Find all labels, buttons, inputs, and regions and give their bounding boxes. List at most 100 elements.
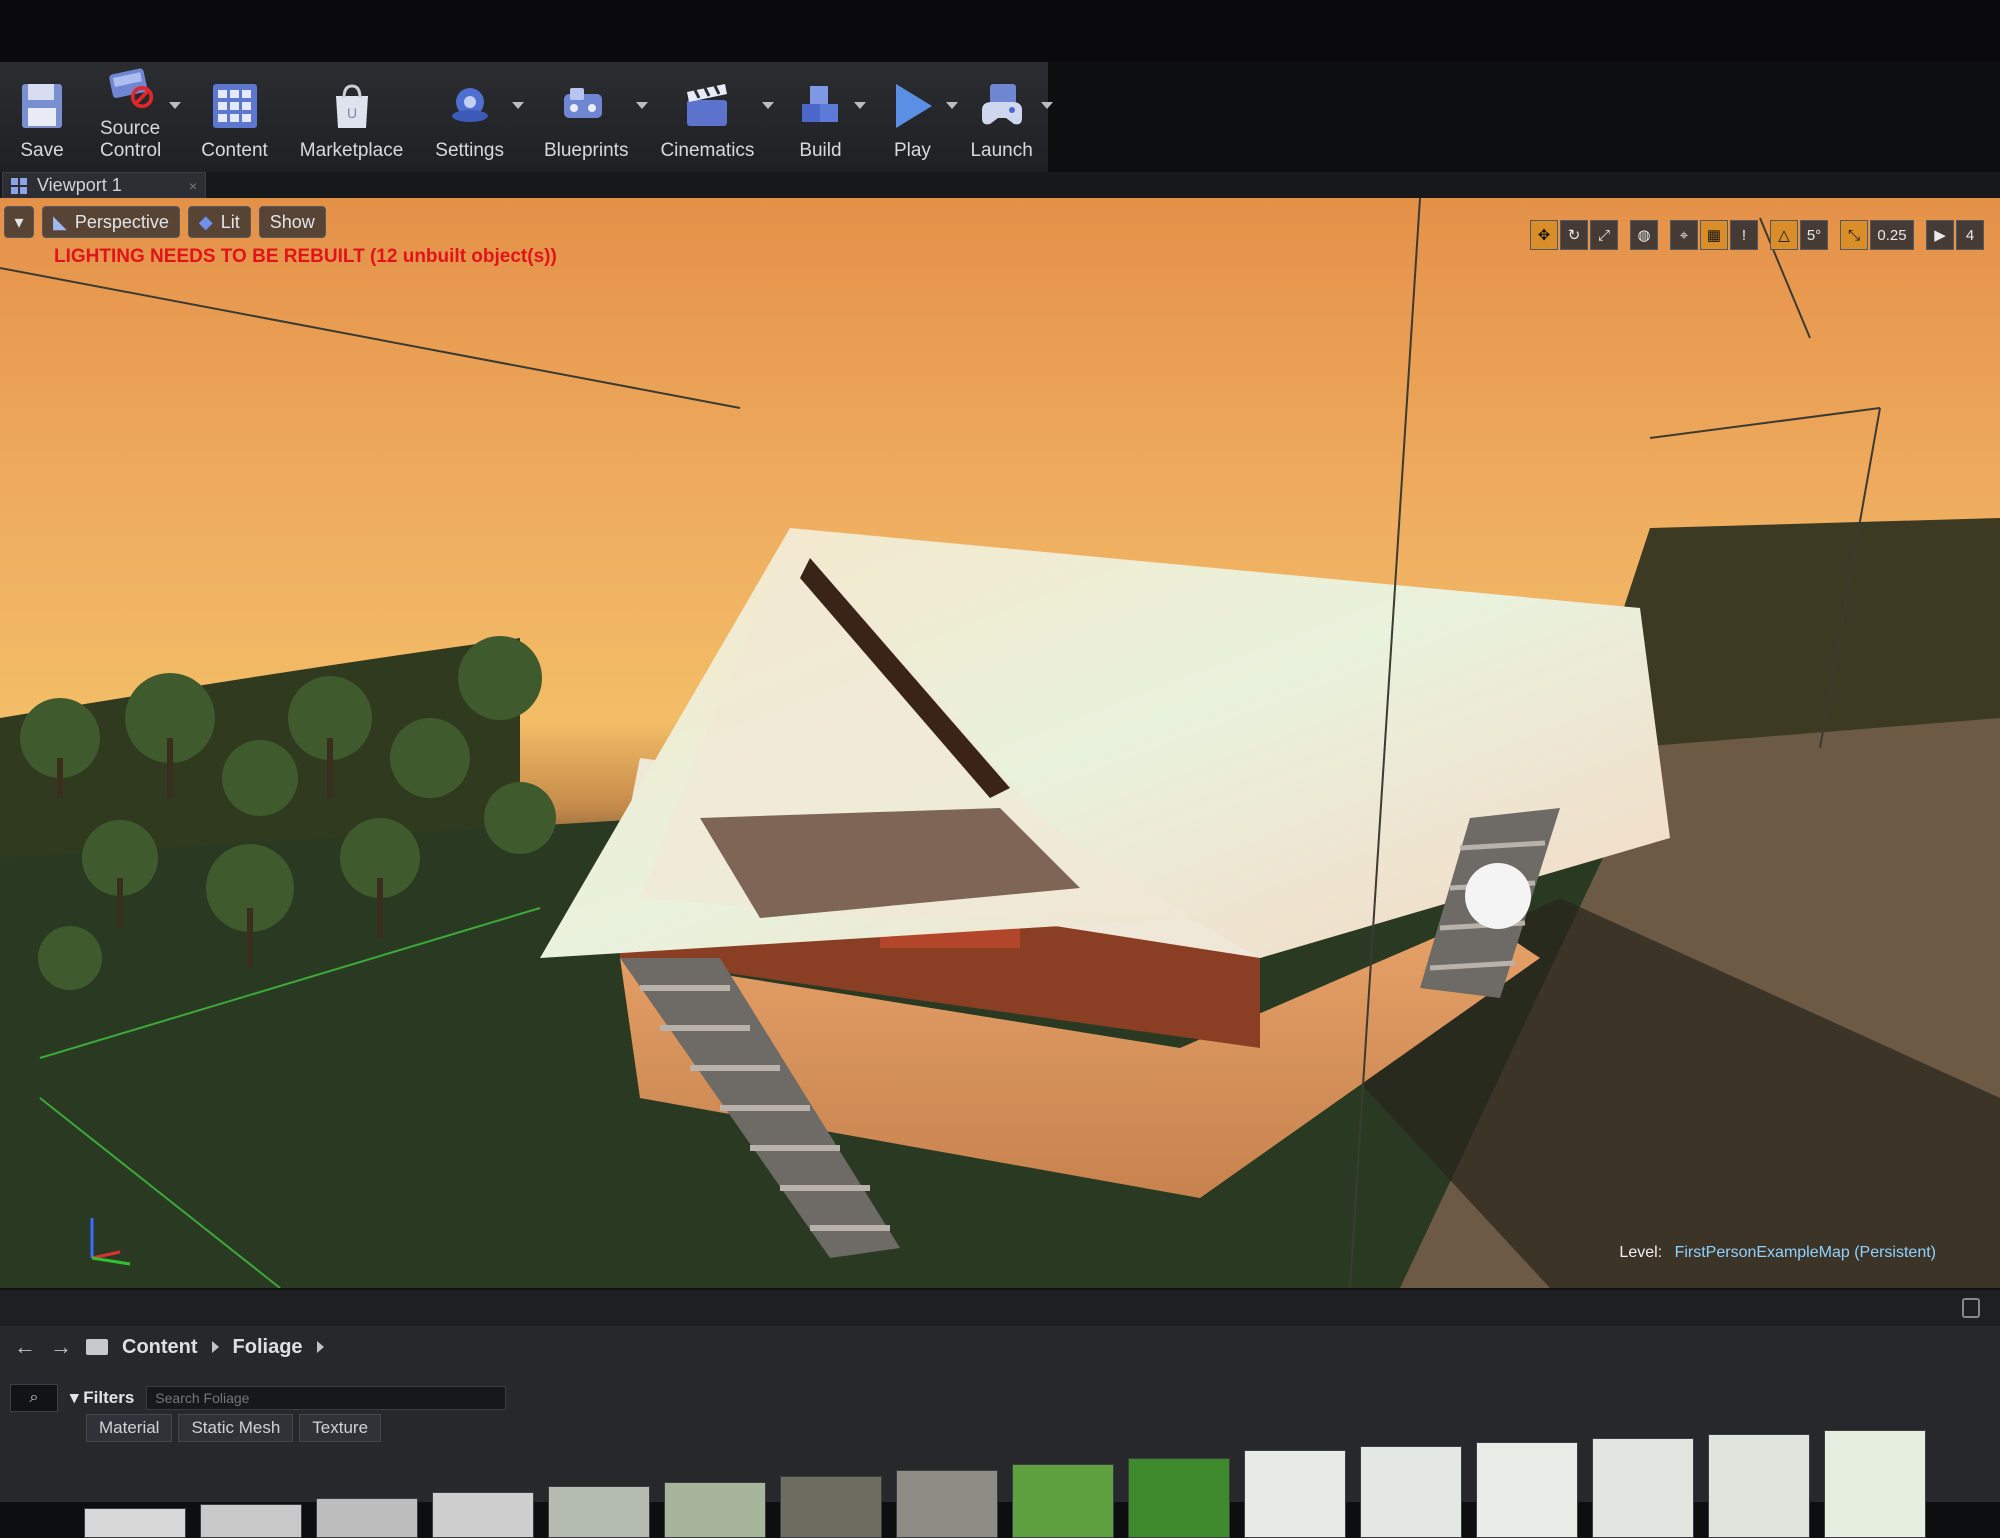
tab-viewport-1[interactable]: Viewport 1 ×: [2, 172, 206, 198]
save-button[interactable]: Save: [0, 62, 84, 172]
asset-thumbnail[interactable]: [1012, 1464, 1114, 1538]
build-dropdown-icon[interactable]: [854, 102, 867, 109]
breadcrumb-content[interactable]: Content: [122, 1336, 198, 1359]
source-control-dropdown-icon[interactable]: [169, 102, 182, 109]
perspective-label: Perspective: [74, 211, 169, 232]
camera-speed-icon[interactable]: ▶: [1926, 220, 1954, 250]
rotate-mode-icon[interactable]: ↻: [1560, 220, 1588, 250]
search-icon[interactable]: ⌕: [10, 1384, 58, 1412]
rotation-snap-icon[interactable]: △: [1770, 220, 1798, 250]
scale-snap-value[interactable]: 0.25: [1870, 220, 1914, 250]
asset-thumbnail[interactable]: [200, 1504, 302, 1538]
viewport-options-bar: ▾ ◣ Perspective ◆ Lit Show: [4, 206, 326, 238]
asset-thumbnail[interactable]: [664, 1482, 766, 1538]
asset-thumbnail[interactable]: [316, 1498, 418, 1538]
cinematics-dropdown-icon[interactable]: [762, 102, 775, 109]
asset-thumbnails: [84, 1430, 1926, 1538]
folder-icon: [86, 1339, 108, 1355]
filters-button[interactable]: ▾ Filters: [70, 1388, 134, 1408]
back-arrow-icon[interactable]: ←: [14, 1334, 36, 1360]
asset-thumbnail[interactable]: [1708, 1434, 1810, 1538]
blueprints-button[interactable]: Blueprints: [528, 62, 649, 172]
lit-label: Lit: [220, 211, 240, 232]
asset-thumbnail[interactable]: [1476, 1442, 1578, 1538]
level-name: FirstPersonExampleMap (Persistent): [1674, 1244, 1936, 1261]
chevron-down-icon: ▾: [14, 211, 24, 232]
gears-icon: [451, 88, 488, 122]
content-label: Content: [201, 140, 268, 161]
main-toolbar: Save Source Control Content U Marketplac…: [0, 62, 1053, 173]
asset-search-input[interactable]: [146, 1386, 507, 1410]
asset-thumbnail[interactable]: [896, 1470, 998, 1538]
lit-cube-icon: ◆: [198, 211, 213, 232]
viewport-tab-label: Viewport 1: [37, 175, 122, 195]
scene-render: [0, 198, 2000, 1288]
cinematics-label: Cinematics: [660, 140, 755, 161]
play-label: Play: [893, 140, 931, 161]
axis-indicator-icon: [90, 1218, 131, 1266]
launch-dropdown-icon[interactable]: [1040, 102, 1053, 109]
level-indicator: Level: FirstPersonExampleMap (Persistent…: [1619, 1244, 1936, 1262]
settings-dropdown-icon[interactable]: [511, 102, 524, 109]
play-button[interactable]: Play: [870, 62, 959, 172]
content-button[interactable]: Content: [185, 62, 284, 172]
asset-thumbnail[interactable]: [1824, 1430, 1926, 1538]
content-grid-icon: [212, 84, 257, 128]
build-label: Build: [799, 140, 842, 161]
scale-snap-icon[interactable]: ⤡: [1840, 220, 1868, 250]
asset-thumbnail[interactable]: [1592, 1438, 1694, 1538]
perspective-button[interactable]: ◣ Perspective: [42, 206, 180, 238]
viewport-tab-bar: Viewport 1 ×: [0, 172, 2000, 198]
viewport-icon: [11, 177, 27, 194]
breadcrumb-separator-icon[interactable]: [211, 1341, 219, 1353]
floppy-disk-icon: [22, 84, 62, 128]
show-label: Show: [269, 211, 315, 232]
svg-text:U: U: [346, 105, 356, 121]
asset-thumbnail[interactable]: [84, 1508, 186, 1538]
asset-thumbnail[interactable]: [1360, 1446, 1462, 1538]
clapperboard-icon: [687, 84, 728, 126]
rotation-snap-value[interactable]: 5°: [1800, 220, 1828, 250]
breadcrumb-foliage[interactable]: Foliage: [233, 1336, 303, 1359]
breadcrumb: ← → Content Foliage: [14, 1334, 324, 1360]
blueprints-label: Blueprints: [543, 140, 629, 161]
viewport-menu-button[interactable]: ▾: [4, 206, 34, 238]
lighting-warning: LIGHTING NEEDS TO BE REBUILT (12 unbuilt…: [54, 246, 557, 267]
scale-mode-icon[interactable]: ⤢: [1590, 220, 1618, 250]
asset-thumbnail[interactable]: [1128, 1458, 1230, 1538]
level-viewport[interactable]: ▾ ◣ Perspective ◆ Lit Show LIGHTING NEED…: [0, 198, 2000, 1288]
filters-label: Filters: [83, 1388, 135, 1407]
asset-thumbnail[interactable]: [1244, 1450, 1346, 1538]
breadcrumb-separator-icon[interactable]: [316, 1341, 324, 1353]
launch-button[interactable]: Launch: [954, 62, 1053, 172]
grid-snap-value-icon[interactable]: !: [1730, 220, 1758, 250]
build-button[interactable]: Build: [778, 62, 867, 172]
source-control-icon: [108, 68, 153, 109]
forward-arrow-icon[interactable]: →: [50, 1334, 72, 1360]
asset-thumbnail[interactable]: [432, 1492, 534, 1538]
filters-row: ⌕ ▾ Filters: [10, 1384, 507, 1412]
settings-button[interactable]: Settings: [419, 62, 524, 172]
close-icon[interactable]: ×: [189, 178, 197, 194]
lit-button[interactable]: ◆ Lit: [187, 206, 251, 238]
asset-thumbnail[interactable]: [780, 1476, 882, 1538]
source-control-button[interactable]: Source Control: [84, 62, 182, 172]
reflection-sphere: [1465, 863, 1531, 929]
lock-icon[interactable]: [1962, 1298, 1980, 1318]
transform-snap-toolbar: ✥ ↻ ⤢ ◍ ⌖ ▦ ! △ 5° ⤡ 0.25 ▶ 4: [1530, 220, 1984, 250]
grid-snap-icon[interactable]: ▦: [1700, 220, 1728, 250]
save-label: Save: [20, 140, 64, 161]
world-space-icon[interactable]: ◍: [1630, 220, 1658, 250]
play-icon: [896, 84, 933, 128]
source-control-label: Source Control: [100, 118, 162, 161]
camera-speed-value[interactable]: 4: [1956, 220, 1984, 250]
cinematics-button[interactable]: Cinematics: [644, 62, 775, 172]
content-browser-header: [0, 1290, 2000, 1326]
marketplace-button[interactable]: U Marketplace: [284, 62, 420, 172]
asset-thumbnail[interactable]: [548, 1486, 650, 1538]
surface-snap-icon[interactable]: ⌖: [1670, 220, 1698, 250]
level-label: Level:: [1619, 1244, 1663, 1261]
settings-label: Settings: [435, 140, 504, 161]
translate-mode-icon[interactable]: ✥: [1530, 220, 1558, 250]
show-button[interactable]: Show: [258, 206, 326, 238]
